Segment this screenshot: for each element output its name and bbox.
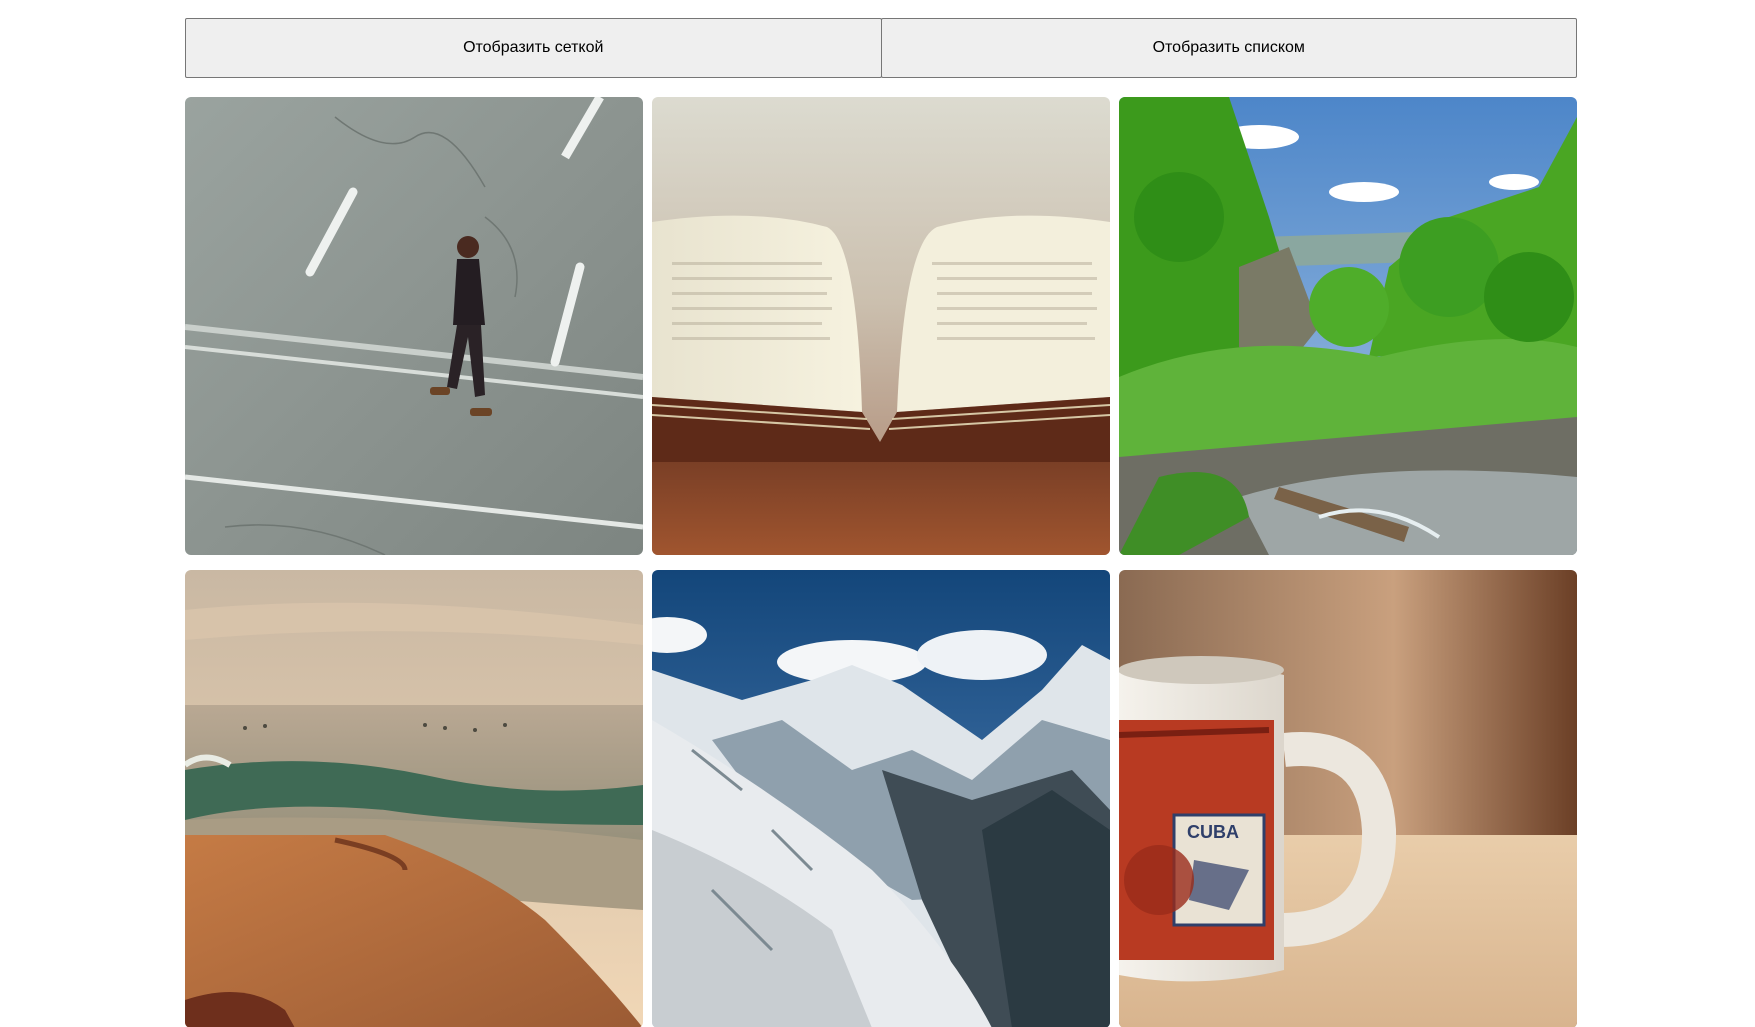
- photo-man-on-road[interactable]: [185, 97, 643, 555]
- grid-view-button[interactable]: Отобразить сеткой: [185, 18, 882, 78]
- view-toggle: Отобразить сеткой Отобразить списком: [185, 18, 1577, 78]
- page: Отобразить сеткой Отобразить списком CUB…: [0, 0, 1755, 1027]
- photo-gallery: CUBA: [185, 97, 1577, 1027]
- photo-cuba-mug[interactable]: CUBA: [1119, 570, 1577, 1027]
- photo-sea-waves[interactable]: [185, 570, 643, 1027]
- photo-sea-waves-image: [185, 570, 643, 1027]
- photo-forest-stream[interactable]: [1119, 97, 1577, 555]
- list-view-button[interactable]: Отобразить списком: [880, 18, 1577, 78]
- photo-man-on-road-image: [185, 97, 643, 555]
- photo-open-book[interactable]: [652, 97, 1110, 555]
- photo-snowy-mountains-image: [652, 570, 1110, 1027]
- photo-snowy-mountains[interactable]: [652, 570, 1110, 1027]
- photo-cuba-mug-image: CUBA: [1119, 570, 1577, 1027]
- photo-open-book-image: [652, 97, 1110, 555]
- photo-forest-stream-image: [1119, 97, 1577, 555]
- mug-stamp-label: CUBA: [1187, 822, 1239, 842]
